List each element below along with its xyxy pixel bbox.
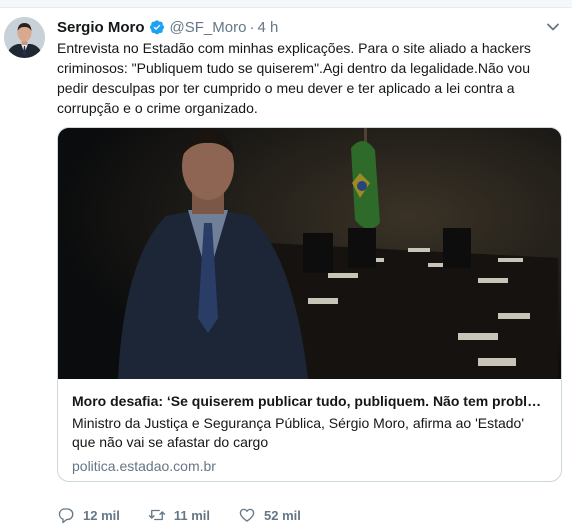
tweet-timestamp[interactable]: 4 h [257, 19, 278, 36]
card-title: Moro desafia: ‘Se quiserem publicar tudo… [72, 393, 548, 409]
tweet-actions: 12 mil 11 mil 52 mil [57, 505, 329, 525]
author-handle[interactable]: @SF_Moro [170, 19, 247, 36]
tweet-text: Entrevista no Estadão com minhas explica… [57, 40, 531, 116]
card-body: Moro desafia: ‘Se quiserem publicar tudo… [72, 391, 548, 476]
reply-button[interactable]: 12 mil [57, 506, 120, 524]
retweet-button[interactable]: 11 mil [148, 506, 210, 524]
retweet-icon [148, 509, 166, 521]
card-image [58, 128, 561, 379]
like-button[interactable]: 52 mil [238, 506, 301, 524]
tweet-header: Sergio Moro @SF_Moro · 4 h [57, 17, 278, 37]
chevron-down-icon[interactable] [546, 20, 560, 34]
avatar[interactable] [4, 17, 45, 58]
like-count: 52 mil [264, 507, 301, 523]
card-description: Ministro da Justiça e Segurança Pública,… [72, 415, 525, 450]
author-name[interactable]: Sergio Moro [57, 19, 145, 36]
retweet-count: 11 mil [173, 507, 210, 523]
card-url: politica.estadao.com.br [72, 458, 216, 474]
reply-icon [58, 508, 74, 524]
like-icon [239, 508, 255, 522]
timeline-divider [0, 0, 572, 8]
reply-count: 12 mil [83, 507, 120, 523]
verified-badge-icon [149, 20, 164, 35]
link-card[interactable]: Moro desafia: ‘Se quiserem publicar tudo… [57, 127, 562, 482]
separator-dot: · [249, 18, 255, 36]
